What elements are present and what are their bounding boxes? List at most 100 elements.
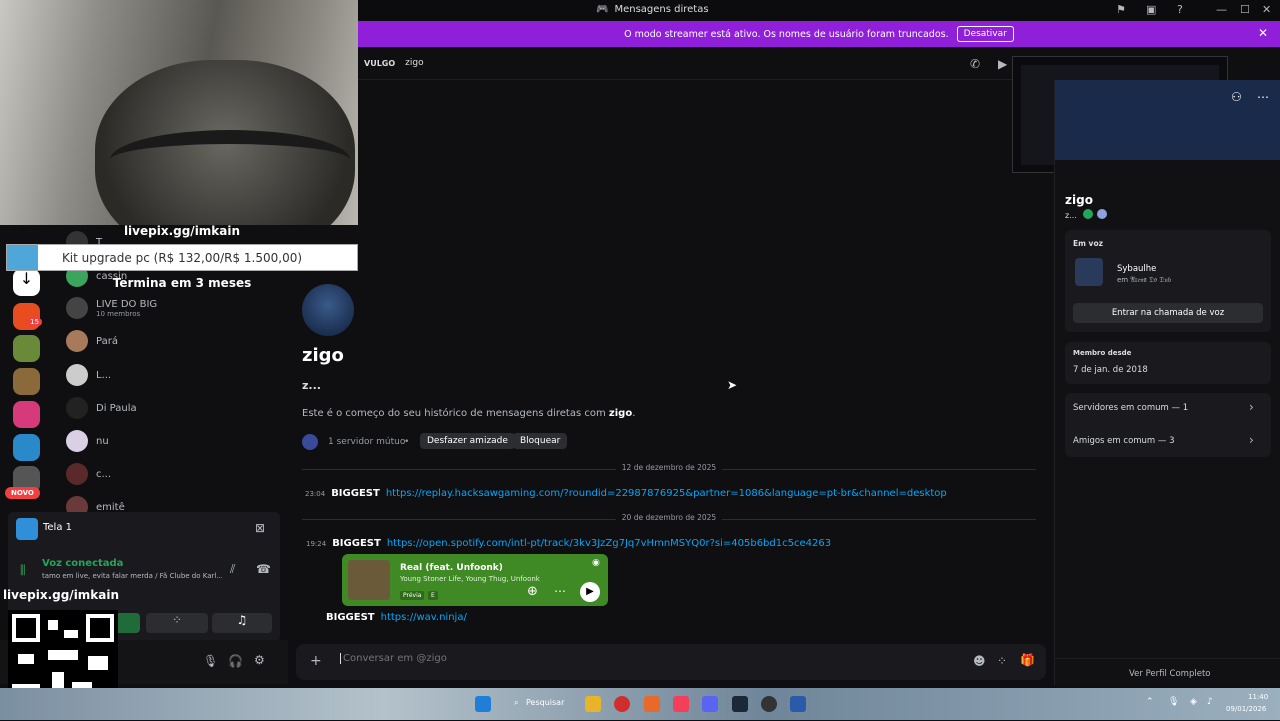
tray-chevron-icon[interactable]: ⌃ (1146, 697, 1154, 707)
discord-taskbar-icon[interactable] (702, 696, 718, 712)
clock-time[interactable]: 11:40 (1248, 693, 1268, 701)
dm-item-group[interactable]: LIVE DO BIG 10 membros (66, 293, 157, 323)
date-label: 12 de dezembro de 2025 (615, 463, 723, 472)
profile-avatar[interactable] (302, 284, 354, 336)
network-icon[interactable]: ◈ (1190, 697, 1197, 707)
view-full-profile[interactable]: Ver Perfil Completo (1129, 669, 1210, 679)
message: BIGGEST https://wav.ninja/ (326, 612, 467, 623)
gift-icon[interactable]: 🎁 (1020, 653, 1035, 667)
video-icon[interactable]: ▶ (998, 57, 1007, 71)
dm-item[interactable]: c... (66, 459, 111, 489)
screen-share-title: Tela 1 (43, 522, 73, 533)
livepix-link-top: livepix.gg/imkain (123, 224, 241, 238)
search-icon[interactable]: ⌕ (514, 698, 518, 708)
minimize-icon[interactable]: — (1216, 3, 1227, 16)
member-since-label: Membro desde (1073, 349, 1132, 357)
mutual-servers-row[interactable]: Servidores em comum — 1 (1073, 403, 1188, 413)
message-author[interactable]: BIGGEST (326, 612, 375, 623)
avatar (66, 430, 88, 452)
activities-button[interactable]: ⁘ (146, 613, 208, 633)
message-author[interactable]: BIGGEST (331, 488, 380, 499)
mic-tray-icon[interactable]: 🎙 (1168, 697, 1179, 707)
steam-icon[interactable] (732, 696, 748, 712)
close-icon[interactable]: ✕ (1262, 3, 1271, 16)
inbox-icon[interactable]: ⚑ (1116, 3, 1126, 16)
message-input[interactable] (340, 653, 940, 664)
headphones-icon[interactable]: 🎧 (228, 654, 243, 668)
dm-name: Di Paula (96, 402, 137, 414)
apps-icon[interactable]: ⁘ (997, 654, 1007, 668)
dm-item[interactable]: nu (66, 426, 109, 456)
more-icon[interactable]: ⋯ (554, 584, 566, 598)
call-icon[interactable]: ✆ (970, 57, 980, 71)
join-voice-button[interactable]: Entrar na chamada de voz (1073, 303, 1263, 323)
server-icon[interactable] (13, 434, 40, 461)
volume-icon[interactable]: ♪ (1207, 697, 1213, 707)
dm-item[interactable]: Di Paula (66, 393, 137, 423)
block-button[interactable]: Bloquear (513, 433, 568, 449)
stop-share-icon[interactable]: ⊠ (255, 521, 265, 535)
disable-streamer-button[interactable]: Desativar (956, 26, 1014, 42)
mutual-friends-row[interactable]: Amigos em comum — 3 (1073, 436, 1175, 446)
settings-gear-icon[interactable]: ⚙ (254, 653, 265, 667)
preview-badge: Prévia (400, 591, 425, 600)
play-icon[interactable]: ▶ (580, 582, 600, 602)
voice-status[interactable]: Voz conectada (42, 558, 123, 569)
app-icon[interactable] (790, 696, 806, 712)
spotify-embed[interactable]: Real (feat. Unfoonk) Young Stoner Life, … (342, 554, 608, 606)
chevron-right-icon[interactable]: › (1249, 433, 1254, 447)
obs-icon[interactable] (761, 696, 777, 712)
chevron-right-icon[interactable]: › (1249, 400, 1254, 414)
message-link[interactable]: https://replay.hacksawgaming.com/?roundi… (386, 488, 947, 499)
dm-name: LIVE DO BIG (96, 298, 158, 310)
maximize-icon[interactable]: ☐ (1240, 3, 1250, 16)
noise-suppression-icon[interactable]: ⫽ (230, 562, 235, 577)
server-icon[interactable] (13, 401, 40, 428)
disconnect-icon[interactable]: ☎ (256, 562, 271, 576)
music-icon[interactable] (673, 696, 689, 712)
emoji-icon[interactable]: ☻ (973, 654, 986, 668)
attach-plus-icon[interactable]: + (310, 653, 322, 669)
message-author[interactable]: BIGGEST (332, 538, 381, 549)
voice-channel[interactable]: tamo em live, evita falar merda / Fã Clu… (42, 572, 222, 580)
server-icon[interactable] (13, 335, 40, 362)
taskbar: ⌕ Pesquisar ⌃ 🎙 ◈ ♪ 11:40 09/01/2026 (0, 688, 1280, 720)
message-link[interactable]: https://wav.ninja/ (381, 612, 467, 623)
unfriend-button[interactable]: Desfazer amizade (420, 433, 515, 449)
dot-separator: • (404, 437, 410, 447)
message-time: 23:04 (305, 490, 326, 498)
clock-date[interactable]: 09/01/2026 (1226, 705, 1266, 713)
file-explorer-icon[interactable] (585, 696, 601, 712)
server-icon[interactable] (13, 368, 40, 395)
window-title: 🎮 Mensagens diretas (596, 4, 709, 15)
header-username[interactable]: zigo (405, 58, 423, 68)
taskbar-search[interactable]: Pesquisar (526, 698, 564, 707)
notification-badge: 15 (27, 318, 42, 326)
mutual-servers[interactable]: 1 servidor mútuo (328, 437, 405, 447)
close-banner-icon[interactable]: ✕ (1258, 26, 1268, 40)
dm-item[interactable]: Pará (66, 326, 118, 356)
album-cover (348, 560, 390, 600)
badge-icon (1097, 209, 1107, 219)
dm-item[interactable]: L... (66, 360, 111, 390)
screen-icon[interactable]: ▣ (1146, 3, 1156, 16)
date-label: 20 de dezembro de 2025 (615, 513, 723, 522)
message-link[interactable]: https://open.spotify.com/intl-pt/track/3… (387, 538, 831, 549)
donation-goal-bar: Kit upgrade pc (R$ 132,00/R$ 1.500,00) (6, 244, 358, 271)
microphone-icon[interactable]: 🎙 (203, 654, 218, 668)
windows-start-icon[interactable] (475, 696, 491, 712)
help-icon[interactable]: ? (1177, 3, 1183, 16)
soundboard-button[interactable]: ♫ (212, 613, 272, 633)
more-options-icon[interactable]: ⋯ (1257, 90, 1269, 104)
add-friend-icon[interactable]: ⚇ (1231, 90, 1242, 104)
opera-icon[interactable] (614, 696, 630, 712)
track-title[interactable]: Real (feat. Unfoonk) (400, 563, 503, 573)
intro-prefix: Este é o começo do seu histórico de mens… (302, 408, 609, 419)
dm-name: nu (96, 435, 109, 447)
add-icon[interactable]: ⊕ (527, 584, 538, 599)
track-artists[interactable]: Young Stoner Life, Young Thug, Unfoonk (400, 575, 540, 583)
app-icon[interactable] (644, 696, 660, 712)
divider (1055, 658, 1280, 659)
dm-name: c... (96, 468, 112, 480)
date-separator: 12 de dezembro de 2025 (302, 463, 1036, 472)
